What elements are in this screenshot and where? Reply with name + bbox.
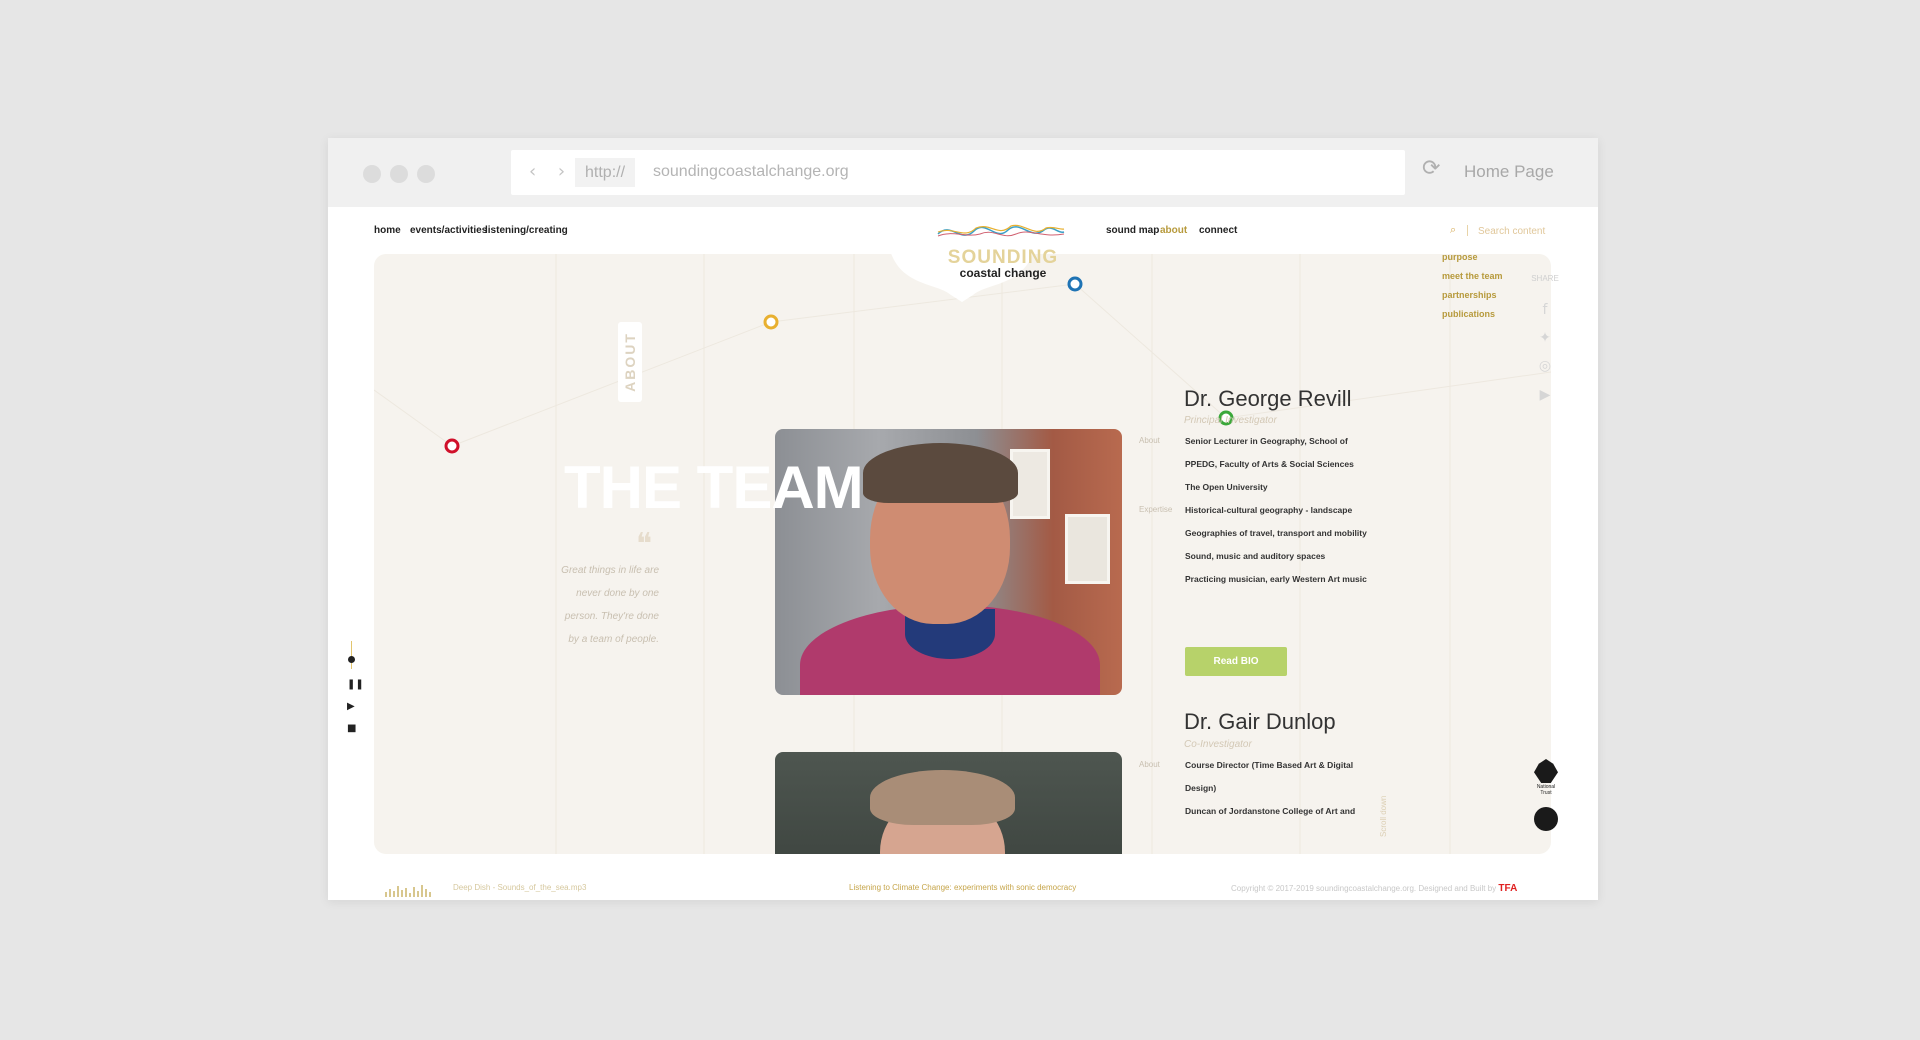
member-expertise-label: Expertise bbox=[1139, 505, 1173, 514]
member-about-line: Duncan of Jordanstone College of Art and bbox=[1185, 806, 1356, 816]
play-icon[interactable]: ▶ bbox=[347, 701, 355, 712]
facebook-icon[interactable]: f bbox=[1535, 302, 1555, 322]
member-about-line: Design) bbox=[1185, 783, 1217, 793]
browser-window: ‹ › http:// soundingcoastalchange.org ⟳ … bbox=[328, 138, 1598, 900]
member-about-line: PPEDG, Faculty of Arts & Social Sciences bbox=[1185, 459, 1354, 469]
map-node-yellow[interactable] bbox=[763, 314, 779, 330]
search-divider bbox=[1467, 225, 1468, 236]
logo-wave-icon bbox=[937, 224, 1065, 237]
dropdown-item-publications[interactable]: publications bbox=[1442, 309, 1495, 319]
search-input[interactable]: Search content bbox=[1478, 226, 1545, 237]
national-trust-icon bbox=[1534, 759, 1558, 783]
window-maximize-dot[interactable] bbox=[417, 165, 435, 183]
partner-logo[interactable] bbox=[1534, 807, 1558, 832]
member-role: Principal Investigator bbox=[1184, 415, 1277, 426]
national-trust-logo[interactable]: National Trust bbox=[1534, 759, 1558, 796]
nav-connect[interactable]: connect bbox=[1199, 225, 1237, 236]
now-playing-track[interactable]: Deep Dish - Sounds_of_the_sea.mp3 bbox=[453, 883, 586, 892]
member-expertise-line: Geographies of travel, transport and mob… bbox=[1185, 528, 1367, 538]
nav-home[interactable]: home bbox=[374, 225, 401, 236]
scroll-down-label[interactable]: Scroll down bbox=[1379, 796, 1388, 837]
footer-copyright: Copyright © 2017-2019 soundingcoastalcha… bbox=[1231, 883, 1518, 894]
waveform-icon bbox=[385, 879, 433, 897]
dropdown-item-partnerships[interactable]: partnerships bbox=[1442, 290, 1497, 300]
member-about-line: Course Director (Time Based Art & Digita… bbox=[1185, 760, 1354, 770]
quote-icon: ❝ bbox=[636, 527, 653, 562]
logo-coastal-change-text[interactable]: coastal change bbox=[943, 266, 1063, 280]
member-expertise-line: Historical-cultural geography - landscap… bbox=[1185, 505, 1353, 515]
member-about-label: About bbox=[1139, 436, 1160, 445]
twitter-icon[interactable]: ✦ bbox=[1535, 330, 1555, 350]
address-bar[interactable]: ‹ › http:// soundingcoastalchange.org bbox=[511, 150, 1405, 195]
map-node-red[interactable] bbox=[444, 438, 460, 454]
nav-sound-map[interactable]: sound map bbox=[1106, 225, 1159, 236]
footer-tagline: Listening to Climate Change: experiments… bbox=[849, 883, 1077, 892]
member-expertise-line: Sound, music and auditory spaces bbox=[1185, 551, 1326, 561]
section-tab-about: ABOUT bbox=[618, 322, 642, 402]
member-photo-gair-dunlop bbox=[775, 752, 1122, 854]
dropdown-item-purpose[interactable]: purpose bbox=[1442, 252, 1478, 262]
member-role: Co-Investigator bbox=[1184, 739, 1252, 750]
home-page-label[interactable]: Home Page bbox=[1464, 162, 1554, 182]
team-quote: Great things in life are never done by o… bbox=[561, 565, 659, 645]
map-node-blue[interactable] bbox=[1067, 276, 1083, 292]
website: home events/activities listening/creatin… bbox=[328, 207, 1598, 900]
window-close-dot[interactable] bbox=[363, 165, 381, 183]
member-about-line: The Open University bbox=[1185, 482, 1268, 492]
page-title: THE TEAM bbox=[564, 454, 864, 521]
url-text[interactable]: soundingcoastalchange.org bbox=[653, 163, 849, 181]
nav-about[interactable]: about bbox=[1160, 225, 1187, 236]
back-forward-arrows-icon[interactable]: ‹ › bbox=[529, 161, 573, 182]
member-about-line: Senior Lecturer in Geography, School of bbox=[1185, 436, 1348, 446]
volume-slider[interactable] bbox=[351, 641, 352, 669]
member-about-label: About bbox=[1139, 760, 1160, 769]
share-label: SHARE bbox=[1531, 274, 1559, 283]
member-expertise-line: Practicing musician, early Western Art m… bbox=[1185, 574, 1367, 584]
dropdown-item-meet-the-team[interactable]: meet the team bbox=[1442, 271, 1503, 281]
team-stage: ABOUT THE TEAM ❝ Great things in life ar… bbox=[374, 254, 1551, 854]
window-minimize-dot[interactable] bbox=[390, 165, 408, 183]
builder-link[interactable]: TFA bbox=[1498, 883, 1517, 894]
url-protocol: http:// bbox=[575, 158, 636, 187]
volume-slider-handle[interactable] bbox=[348, 656, 355, 663]
search-icon[interactable]: ⌕ bbox=[1450, 223, 1456, 237]
stop-icon[interactable]: ■ bbox=[347, 723, 356, 734]
partner-emblem-icon bbox=[1534, 807, 1558, 831]
nav-events-activities[interactable]: events/activities bbox=[410, 225, 487, 236]
browser-chrome: ‹ › http:// soundingcoastalchange.org ⟳ … bbox=[328, 138, 1598, 207]
member-name: Dr. Gair Dunlop bbox=[1184, 709, 1336, 734]
member-name: Dr. George Revill bbox=[1184, 386, 1352, 411]
reload-icon[interactable]: ⟳ bbox=[1422, 156, 1440, 181]
instagram-icon[interactable]: ◎ bbox=[1535, 358, 1555, 378]
pause-icon[interactable]: ❚❚ bbox=[347, 679, 364, 690]
read-bio-button[interactable]: Read BIO bbox=[1185, 647, 1287, 676]
youtube-icon[interactable]: ▶ bbox=[1535, 387, 1555, 407]
nav-listening-creating[interactable]: listening/creating bbox=[485, 225, 568, 236]
